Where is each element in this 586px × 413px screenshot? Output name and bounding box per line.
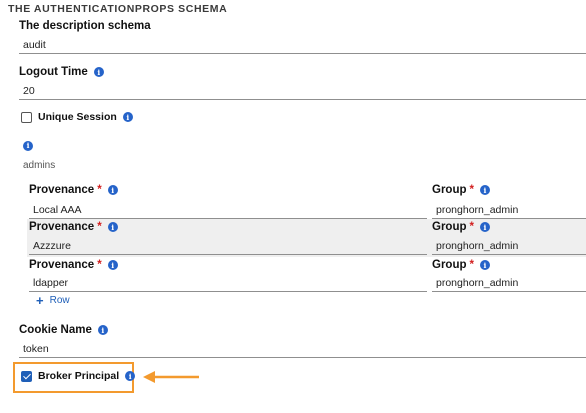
provenance-label: Provenance * i [29, 184, 118, 196]
broker-principal-label: Broker Principal i [38, 370, 136, 382]
required-mark: * [97, 259, 102, 271]
group-input[interactable]: pronghorn_admin [432, 203, 586, 219]
unique-session-label: Unique Session i [38, 111, 133, 123]
info-icon[interactable]: i [93, 67, 104, 77]
info-icon[interactable]: i [479, 260, 490, 270]
info-icon[interactable]: i [125, 371, 136, 381]
cookie-name-label-text: Cookie Name [19, 324, 92, 336]
group-label: Group * i [432, 184, 490, 196]
group-label: Group * i [432, 259, 490, 271]
admins-label: admins [23, 160, 56, 171]
required-mark: * [469, 259, 474, 271]
group-input[interactable]: pronghorn_admin [432, 276, 586, 292]
unique-session-label-text: Unique Session [38, 111, 117, 123]
arrow-left-icon [143, 371, 199, 383]
admins-info: i [23, 135, 33, 153]
info-icon[interactable]: i [107, 185, 118, 195]
description-label: The description schema [19, 20, 151, 32]
provenance-label-text: Provenance [29, 259, 95, 271]
broker-principal-checkbox[interactable] [21, 371, 32, 382]
provenance-label-text: Provenance [29, 184, 95, 196]
required-mark: * [469, 221, 474, 233]
description-input[interactable]: audit [19, 38, 586, 54]
info-icon[interactable]: i [479, 185, 490, 195]
required-mark: * [97, 184, 102, 196]
info-icon[interactable]: i [107, 222, 118, 232]
group-label: Group * i [432, 221, 490, 233]
required-mark: * [97, 221, 102, 233]
cookie-name-label: Cookie Name i [19, 324, 108, 336]
provenance-label-text: Provenance [29, 221, 95, 233]
description-label-text: The description schema [19, 20, 151, 32]
logout-time-label-text: Logout Time [19, 66, 88, 78]
plus-icon: + [36, 293, 44, 308]
add-row-button[interactable]: + Row [36, 293, 70, 308]
broker-principal-label-text: Broker Principal [38, 370, 120, 382]
provenance-input[interactable]: Local AAA [29, 203, 427, 219]
logout-time-label: Logout Time i [19, 66, 104, 78]
required-mark: * [469, 184, 474, 196]
provenance-label: Provenance * i [29, 259, 118, 271]
section-title: THE AUTHENTICATIONPROPS SCHEMA [8, 3, 228, 15]
group-label-text: Group [432, 184, 467, 196]
provenance-input[interactable]: ldapper [29, 276, 427, 292]
logout-time-input[interactable]: 20 [19, 84, 586, 100]
provenance-label: Provenance * i [29, 221, 118, 233]
group-input[interactable]: pronghorn_admin [432, 239, 586, 255]
info-icon[interactable]: i [107, 260, 118, 270]
info-icon[interactable]: i [97, 325, 108, 335]
info-icon[interactable]: i [479, 222, 490, 232]
add-row-label: Row [49, 295, 70, 306]
info-icon[interactable]: i [23, 140, 33, 151]
info-icon[interactable]: i [122, 112, 133, 122]
group-label-text: Group [432, 259, 467, 271]
provenance-input[interactable]: Azzzure [29, 239, 427, 255]
unique-session-checkbox[interactable] [21, 112, 32, 123]
group-label-text: Group [432, 221, 467, 233]
cookie-name-input[interactable]: token [19, 342, 586, 358]
